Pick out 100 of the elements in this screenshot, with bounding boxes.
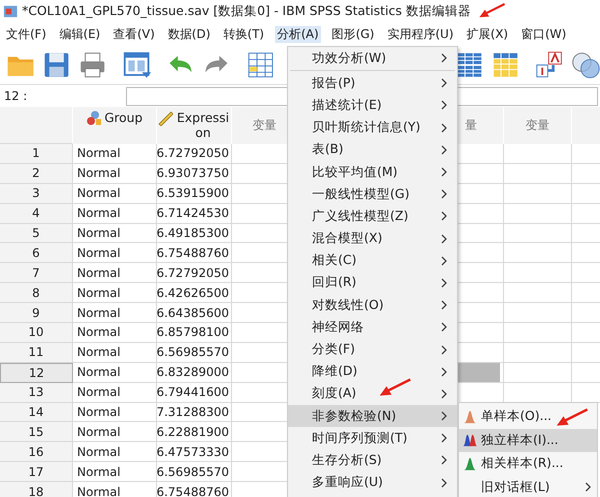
table-cell xyxy=(504,164,572,184)
table-cell: 6.56985570 xyxy=(157,462,232,482)
row-number[interactable]: 1 xyxy=(0,144,73,164)
table-cell xyxy=(504,303,572,324)
menu-item[interactable]: 实用程序(U) xyxy=(385,26,456,42)
menu-item[interactable]: 扩展(X) xyxy=(464,26,510,42)
row-number[interactable]: 2 xyxy=(0,164,73,184)
table-cell xyxy=(504,342,572,363)
row-number[interactable]: 9 xyxy=(0,303,73,324)
annotation-arrow xyxy=(478,2,506,20)
table-cell: 6.71424530 xyxy=(157,204,232,224)
menu-item[interactable]: 独立样本(I)... xyxy=(459,428,597,452)
table-cell: Normal xyxy=(73,382,157,403)
table-cell: 6.22881900 xyxy=(157,422,232,442)
row-number[interactable]: 15 xyxy=(0,422,73,442)
table-cell xyxy=(504,144,572,164)
menu-item[interactable]: 窗口(W) xyxy=(519,26,568,42)
app-icon xyxy=(3,4,18,18)
table-cell: Normal xyxy=(73,184,157,204)
row-number[interactable]: 7 xyxy=(0,263,73,284)
menu-item[interactable]: 对数线性(O) xyxy=(288,294,457,316)
table-cell: 6.49185300 xyxy=(157,224,232,244)
table-cell: 6.72792050 xyxy=(157,263,232,284)
row-number[interactable]: 12 xyxy=(0,362,73,383)
chevron-right-icon xyxy=(441,189,447,200)
table-cell: Normal xyxy=(73,164,157,184)
menu-item[interactable]: 降维(D) xyxy=(288,360,457,383)
table-cell: 6.56985570 xyxy=(157,342,232,363)
data-view-icon[interactable] xyxy=(122,50,152,80)
table-cell: Normal xyxy=(73,462,157,482)
menu-item[interactable]: 转换(T) xyxy=(221,26,266,42)
menu-item[interactable]: 报告(P) xyxy=(288,72,457,94)
ruler-icon xyxy=(157,110,173,126)
chevron-right-icon xyxy=(441,167,447,178)
corner-cell[interactable] xyxy=(0,107,73,144)
row-number[interactable]: 5 xyxy=(0,224,73,244)
chevron-right-icon xyxy=(441,366,447,377)
row-number[interactable]: 10 xyxy=(0,323,73,343)
row-number[interactable]: 11 xyxy=(0,342,73,363)
table-cell: 7.31288300 xyxy=(157,402,232,422)
menu-item[interactable]: 非参数检验(N) xyxy=(288,405,457,428)
save-icon[interactable] xyxy=(42,50,72,80)
go-to-case-icon[interactable] xyxy=(246,50,276,80)
menu-item[interactable]: 旧对话框(L) xyxy=(459,476,597,497)
table-cell: 6.47573330 xyxy=(157,442,232,462)
chevron-right-icon xyxy=(441,433,447,444)
menu-item[interactable]: 相关样本(R)... xyxy=(459,452,597,476)
chevron-right-icon xyxy=(441,211,447,222)
row-number[interactable]: 18 xyxy=(0,482,73,497)
printer-icon[interactable] xyxy=(78,50,108,80)
chevron-right-icon xyxy=(441,455,447,466)
menu-item[interactable]: 功效分析(W) xyxy=(288,47,457,70)
table-cell: 6.75488760 xyxy=(157,482,232,497)
menu-item[interactable]: 生存分析(S) xyxy=(288,449,457,472)
circles-icon[interactable] xyxy=(570,50,600,80)
menu-item[interactable]: 多重响应(U) xyxy=(288,472,457,494)
value-labels-icon[interactable] xyxy=(534,50,564,80)
menu-item[interactable]: 查看(V) xyxy=(111,26,157,42)
menu-item[interactable]: 广义线性模型(Z) xyxy=(288,205,457,228)
table-cell xyxy=(504,362,572,383)
table-cell: Normal xyxy=(73,243,157,264)
row-number[interactable]: 16 xyxy=(0,442,73,462)
menu-item[interactable]: 图形(G) xyxy=(330,26,376,42)
menu-item[interactable]: 分类(F) xyxy=(288,338,457,361)
column-header[interactable]: 变量 xyxy=(504,107,572,144)
bell-curve-icon xyxy=(463,456,477,471)
row-number[interactable]: 6 xyxy=(0,243,73,264)
menu-item[interactable]: 刻度(A) xyxy=(288,382,457,405)
table-cell: Normal xyxy=(73,303,157,324)
menu-item[interactable]: 回归(R) xyxy=(288,272,457,294)
chevron-right-icon xyxy=(441,122,447,133)
menu-item[interactable]: 混合模型(X) xyxy=(288,228,457,250)
menu-item[interactable]: 文件(F) xyxy=(4,26,48,42)
menu-item[interactable]: 编辑(E) xyxy=(57,26,102,42)
menu-item[interactable]: 数据(D) xyxy=(166,26,212,42)
row-number[interactable]: 3 xyxy=(0,184,73,204)
chevron-right-icon xyxy=(585,482,591,492)
table-cell: Normal xyxy=(73,224,157,244)
chevron-right-icon xyxy=(441,388,447,399)
table-cell: 6.72792050 xyxy=(157,144,232,164)
chevron-right-icon xyxy=(441,344,447,355)
menu-item[interactable]: 一般线性模型(G) xyxy=(288,183,457,206)
table-cell: 6.64385600 xyxy=(157,303,232,324)
row-number[interactable]: 8 xyxy=(0,283,73,304)
menu-item[interactable]: 单样本(O)... xyxy=(459,405,597,428)
menu-item[interactable]: 比较平均值(M) xyxy=(288,160,457,184)
table-cell: Normal xyxy=(73,402,157,422)
row-number[interactable]: 14 xyxy=(0,402,73,422)
menu-item[interactable]: 神经网络 xyxy=(288,316,457,338)
row-number[interactable]: 17 xyxy=(0,462,73,482)
menu-item[interactable]: 相关(C) xyxy=(288,250,457,272)
row-number[interactable]: 13 xyxy=(0,382,73,403)
table-icon[interactable] xyxy=(490,50,520,80)
chevron-right-icon xyxy=(441,100,447,110)
row-number[interactable]: 4 xyxy=(0,204,73,224)
chevron-right-icon xyxy=(441,144,447,155)
table-cell: Normal xyxy=(73,323,157,343)
menu-item[interactable]: 分析(A) xyxy=(275,26,321,42)
menu-item[interactable]: 时间序列预测(T) xyxy=(288,427,457,450)
table-cell: Normal xyxy=(73,204,157,224)
